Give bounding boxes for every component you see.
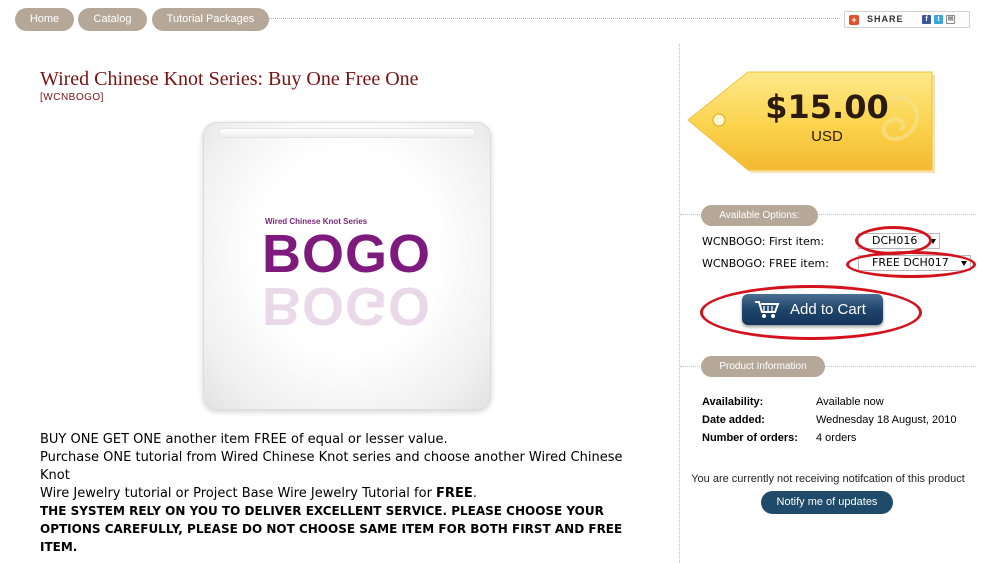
product-image[interactable]: Wired Chinese Knot Series BOGO BOGO	[203, 122, 491, 410]
share-label: SHARE	[867, 14, 904, 24]
description-line-2: Purchase ONE tutorial from Wired Chinese…	[40, 450, 623, 483]
price-currency: USD	[811, 128, 843, 145]
nav-tutorial-packages-tab[interactable]: Tutorial Packages	[152, 8, 269, 31]
twitter-icon[interactable]: t	[934, 15, 943, 24]
product-warning: THE SYSTEM RELY ON YOU TO DELIVER EXCELL…	[40, 504, 623, 554]
share-plus-icon: +	[849, 15, 859, 25]
notify-me-button[interactable]: Notify me of updates	[761, 491, 893, 514]
column-divider	[679, 44, 680, 563]
available-options-header: Available Options:	[701, 205, 818, 226]
nav-catalog-tab[interactable]: Catalog	[78, 8, 147, 31]
date-added-value: Wednesday 18 August, 2010	[816, 414, 957, 426]
number-of-orders-value: 4 orders	[816, 432, 857, 444]
annotation-ring-add-to-cart	[700, 285, 922, 340]
nav-home-tab[interactable]: Home	[15, 8, 74, 31]
description-free-emphasis: FREE	[436, 486, 473, 501]
first-item-label: WCNBOGO: First item:	[702, 235, 825, 248]
image-bogo-reflection: BOGO	[262, 276, 432, 336]
price-amount: $15.00	[765, 88, 889, 126]
product-information-header: Product Information	[701, 356, 825, 377]
image-gloss	[218, 128, 476, 138]
product-title: Wired Chinese Knot Series: Buy One Free …	[40, 68, 419, 90]
description-end: .	[472, 486, 477, 501]
annotation-ring-free-item	[846, 251, 976, 278]
description-line-1: BUY ONE GET ONE another item FREE of equ…	[40, 432, 448, 447]
email-icon[interactable]: ✉	[946, 15, 955, 24]
product-sku: [WCNBOGO]	[40, 92, 104, 103]
facebook-icon[interactable]: f	[922, 15, 931, 24]
free-item-label: WCNBOGO: FREE item:	[702, 257, 829, 270]
description-line-3-text: Wire Jewelry tutorial or Project Base Wi…	[40, 486, 437, 501]
availability-value: Available now	[816, 396, 884, 408]
description-line-3: Wire Jewelry tutorial or Project Base Wi…	[40, 485, 655, 503]
date-added-label: Date added:	[702, 414, 765, 426]
notification-status-text: You are currently not receiving notifcat…	[691, 473, 965, 485]
share-button[interactable]: + SHARE f t ✉	[844, 11, 970, 28]
number-of-orders-label: Number of orders:	[702, 432, 798, 444]
availability-label: Availability:	[702, 396, 764, 408]
nav-divider-line	[262, 18, 840, 19]
product-description: BUY ONE GET ONE another item FREE of equ…	[40, 431, 655, 503]
